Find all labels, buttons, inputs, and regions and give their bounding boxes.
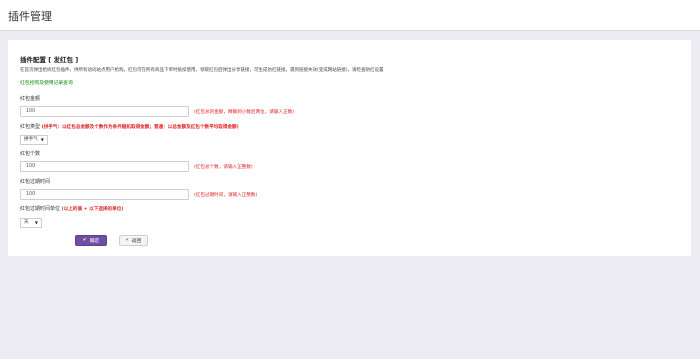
- count-hint: (红包总个数，请输入正整数): [194, 165, 253, 170]
- type-selected: 拼手气: [24, 137, 38, 142]
- expire-unit-label-text: 红包过期时间单位: [20, 206, 61, 212]
- confirm-label: 确定: [89, 239, 100, 244]
- expire-unit-selected: 天: [24, 220, 29, 225]
- type-label-text: 红包类型: [20, 124, 41, 130]
- section-title: 插件配置 [ 发红包 ]: [20, 56, 79, 64]
- type-label: 红包类型 (拼手气：以红包总金额及个数作为条件随机取得金额；普通：以总金额及红包…: [20, 123, 239, 130]
- amount-label: 红包金额: [20, 96, 41, 102]
- plugin-config-card: 插件配置 [ 发红包 ] 在首页弹出抢拆红包插件，供所有访问站点用户抢购。红包可…: [8, 40, 691, 256]
- back-button[interactable]: « 返回: [119, 235, 148, 246]
- expire-unit-select[interactable]: 天 ▼: [20, 218, 42, 228]
- expire-unit-label: 红包过期时间单位 (以上的值 + 以下选择的单位): [20, 205, 123, 212]
- count-input[interactable]: 100: [20, 161, 189, 172]
- amount-hint: (红包总的金额，精确到小数后两位，请输入正数): [194, 110, 295, 115]
- count-label: 红包个数: [20, 151, 41, 157]
- section-description: 在首页弹出抢拆红包插件，供所有访问站点用户抢购。红包可在所有商品下单时抵扣使用。…: [20, 68, 384, 73]
- type-select[interactable]: 拼手气 ▼: [20, 135, 48, 145]
- count-value: 100: [26, 164, 36, 169]
- back-label: 返回: [131, 239, 142, 244]
- expire-hint: (红包过期时间，请输入正整数): [194, 193, 258, 198]
- expire-value: 100: [26, 192, 36, 197]
- check-icon: ✔: [82, 238, 87, 243]
- chevron-down-icon: ▼: [40, 137, 44, 142]
- expire-input[interactable]: 100: [20, 189, 189, 200]
- amount-input[interactable]: 100: [20, 106, 189, 117]
- expire-unit-note: (以上的值 + 以下选择的单位): [61, 207, 124, 212]
- chevron-down-icon: ▼: [34, 220, 38, 225]
- amount-value: 100: [26, 109, 36, 114]
- records-query-link[interactable]: 红包抢购及使用记录查询: [20, 79, 73, 86]
- page-title: 插件管理: [8, 10, 52, 23]
- top-bar: 插件管理: [0, 0, 700, 31]
- type-note: (拼手气：以红包总金额及个数作为条件随机取得金额；普通：以总金额及红包个数平均取…: [41, 125, 239, 130]
- confirm-button[interactable]: ✔ 确定: [75, 235, 107, 246]
- expire-label: 红包过期时间: [20, 179, 51, 185]
- back-arrow-icon: «: [125, 238, 129, 243]
